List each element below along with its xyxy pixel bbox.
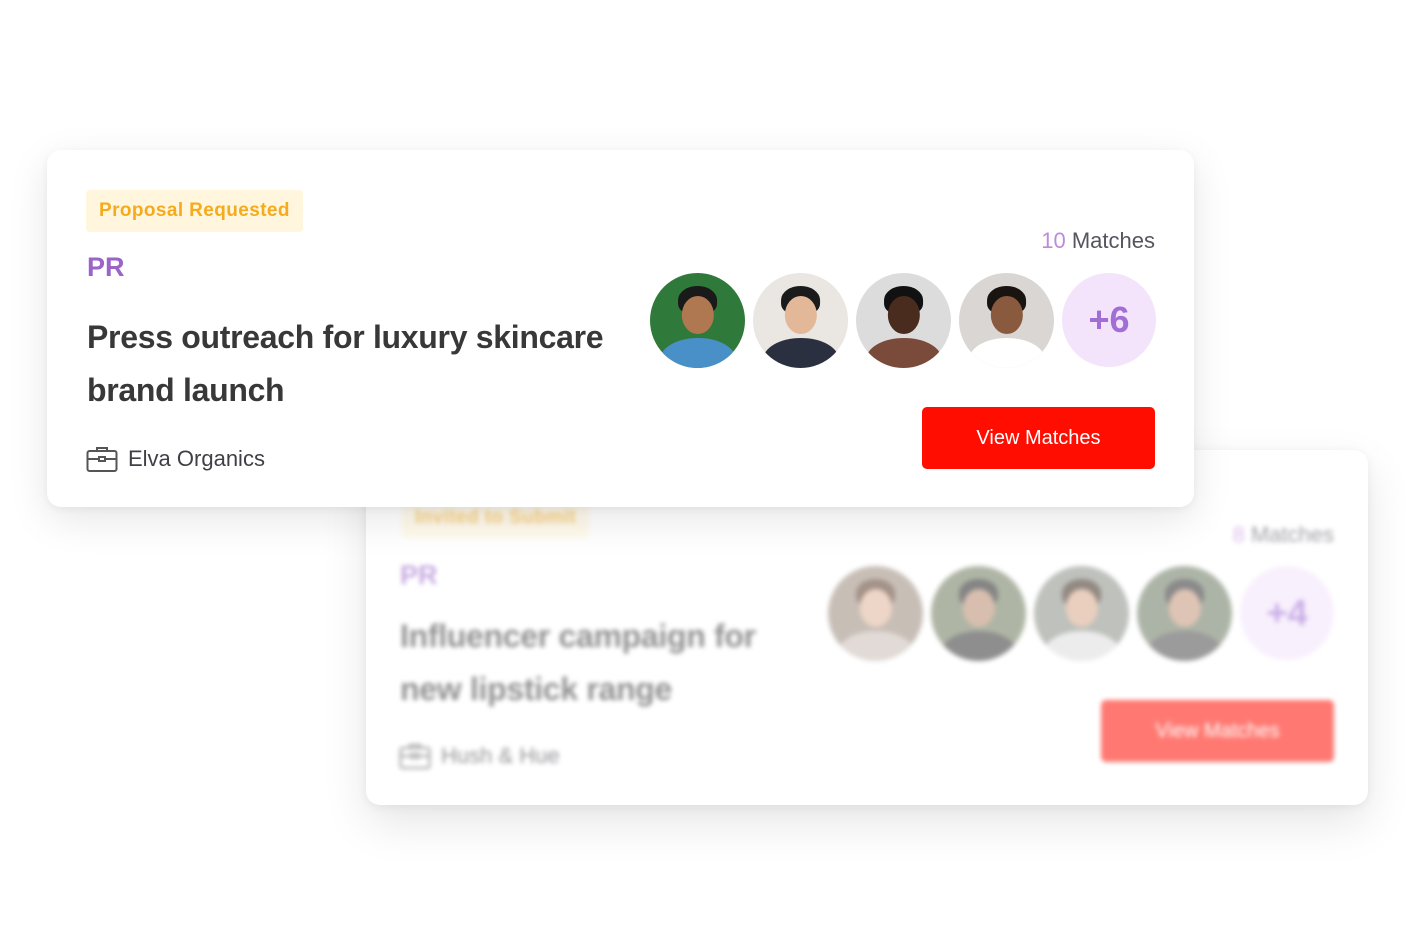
briefcase-icon	[399, 742, 431, 770]
view-matches-button[interactable]: View Matches	[1101, 700, 1334, 762]
match-count-number: 8	[1232, 522, 1245, 547]
view-matches-button[interactable]: View Matches	[922, 407, 1155, 469]
avatar[interactable]	[1137, 566, 1232, 661]
match-count: 8 Matches	[1232, 522, 1334, 548]
company-row: Hush & Hue	[399, 742, 560, 770]
card-title-line: new lipstick range	[400, 671, 673, 707]
avatar[interactable]	[650, 273, 745, 368]
avatar[interactable]	[753, 273, 848, 368]
company-name: Hush & Hue	[441, 743, 560, 768]
card-title: Press outreach for luxury skincare brand…	[87, 311, 647, 417]
avatar[interactable]	[1034, 566, 1129, 661]
category-label: PR	[400, 560, 438, 590]
more-matches-indicator[interactable]: +6	[1062, 273, 1156, 367]
more-matches-indicator[interactable]: +4	[1240, 566, 1334, 660]
company-name: Elva Organics	[128, 446, 265, 471]
avatar[interactable]	[931, 566, 1026, 661]
category-label: PR	[87, 252, 125, 282]
match-count-label: Matches	[1250, 522, 1334, 547]
avatar[interactable]	[828, 566, 923, 661]
company-row: Elva Organics	[86, 445, 265, 473]
match-count-label: Matches	[1071, 228, 1155, 253]
card-title-line: Press outreach for luxury skincare	[87, 319, 604, 355]
avatar[interactable]	[856, 273, 951, 368]
match-count-number: 10	[1041, 228, 1066, 253]
briefcase-icon	[86, 445, 118, 473]
status-badge: Proposal Requested	[86, 190, 303, 232]
opportunity-card-primary[interactable]: Proposal Requested PR Press outreach for…	[47, 150, 1194, 507]
card-title-line: Influencer campaign for	[400, 618, 756, 654]
match-count: 10 Matches	[1041, 228, 1155, 254]
match-avatars: +6	[650, 273, 1156, 368]
match-avatars: +4	[828, 566, 1334, 661]
avatar[interactable]	[959, 273, 1054, 368]
card-title-line: brand launch	[87, 372, 285, 408]
card-title: Influencer campaign for new lipstick ran…	[400, 610, 820, 716]
